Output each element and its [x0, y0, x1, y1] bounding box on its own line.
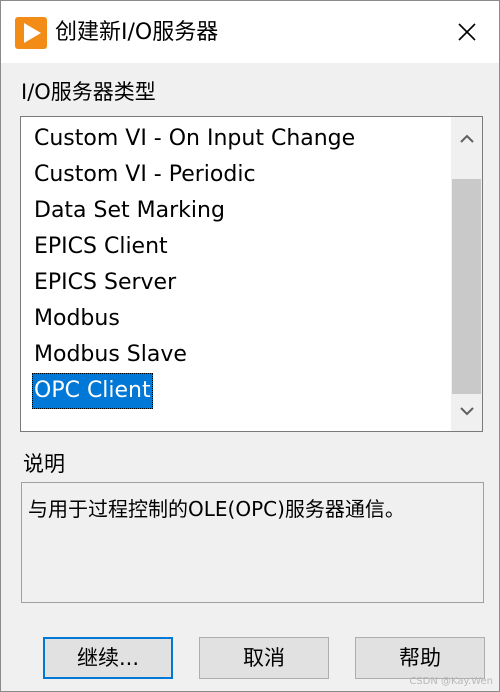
server-type-listbox[interactable]: Custom VI - On Input Change Custom VI - …	[20, 116, 483, 432]
list-item[interactable]: Modbus Slave	[21, 337, 461, 373]
window-title: 创建新I/O服务器	[55, 20, 219, 45]
server-type-list: Custom VI - On Input Change Custom VI - …	[21, 121, 461, 409]
list-item[interactable]: Data Set Marking	[21, 193, 461, 229]
labview-run-arrow-icon	[15, 17, 47, 49]
create-io-server-dialog: 创建新I/O服务器 I/O服务器类型 Custom VI - On Input …	[0, 0, 500, 692]
scroll-thumb[interactable]	[452, 179, 481, 394]
help-button[interactable]: 帮助	[355, 637, 485, 679]
close-button[interactable]	[445, 11, 489, 53]
list-item[interactable]: Custom VI - Periodic	[21, 157, 461, 193]
description-label: 说明	[23, 452, 65, 476]
description-text: 与用于过程控制的OLE(OPC)服务器通信。	[28, 497, 405, 521]
watermark: CSDN @Kay.Wen	[409, 676, 493, 687]
scroll-down-button[interactable]	[451, 395, 482, 427]
list-item[interactable]: Modbus	[21, 301, 461, 337]
chevron-down-icon	[459, 407, 474, 416]
server-type-label: I/O服务器类型	[21, 80, 156, 104]
vertical-scrollbar[interactable]	[451, 117, 482, 431]
scroll-up-button[interactable]	[451, 123, 482, 155]
chevron-up-icon	[459, 134, 474, 143]
list-item[interactable]: EPICS Server	[21, 265, 461, 301]
title-bar: 创建新I/O服务器	[1, 1, 499, 63]
description-box: 与用于过程控制的OLE(OPC)服务器通信。	[21, 482, 484, 603]
list-item[interactable]: Custom VI - On Input Change	[21, 121, 461, 157]
list-item-selected[interactable]: OPC Client	[21, 373, 461, 409]
continue-button[interactable]: 继续...	[43, 637, 173, 679]
list-item[interactable]: EPICS Client	[21, 229, 461, 265]
close-icon	[458, 23, 476, 41]
cancel-button[interactable]: 取消	[199, 637, 329, 679]
